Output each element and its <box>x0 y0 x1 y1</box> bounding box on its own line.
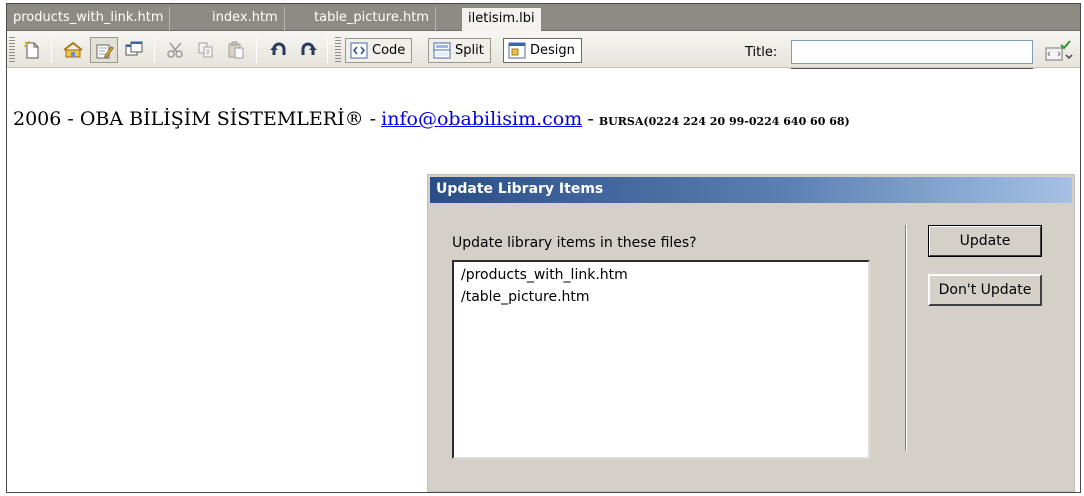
code-view-button[interactable]: Code <box>345 38 413 63</box>
undo-icon[interactable] <box>265 37 293 63</box>
contact-text: BURSA(0224 224 20 99-0224 640 60 68) <box>598 115 850 128</box>
document-tab-bar: products_with_link.htm index.htm table_p… <box>7 4 1080 32</box>
dialog-prompt: Update library items in these files? <box>452 235 697 251</box>
home-icon[interactable] <box>59 37 87 63</box>
toolbar-grip[interactable] <box>335 37 341 63</box>
split-view-label: Split <box>455 43 484 58</box>
tab-iletisim-lbi[interactable]: iletisim.lbi <box>461 7 542 32</box>
dialog-title: Update Library Items <box>436 181 604 197</box>
design-view-button[interactable]: Design <box>503 38 582 63</box>
new-document-icon[interactable] <box>18 37 46 63</box>
copyright-text: 2006 - OBA BİLİŞİM SİSTEMLERİ® - <box>13 108 377 130</box>
tab-table-picture[interactable]: table_picture.htm <box>308 7 436 31</box>
toolbar-separator <box>327 37 328 63</box>
design-view-icon <box>508 42 526 67</box>
file-list-item[interactable]: /table_picture.htm <box>454 286 868 308</box>
code-view-icon <box>350 42 368 67</box>
cut-icon[interactable] <box>162 37 190 63</box>
paste-icon[interactable] <box>222 37 250 63</box>
editor-window: products_with_link.htm index.htm table_p… <box>6 3 1081 493</box>
separator-text: - <box>587 108 594 130</box>
design-view-label: Design <box>530 43 575 58</box>
tab-products-with-link[interactable]: products_with_link.htm <box>7 7 171 31</box>
title-input[interactable] <box>791 40 1033 64</box>
window-icon[interactable] <box>120 37 148 63</box>
code-view-label: Code <box>372 43 406 58</box>
toolbar-separator <box>154 37 155 63</box>
redo-icon[interactable] <box>294 37 322 63</box>
dialog-separator <box>905 225 907 451</box>
title-underline <box>791 68 1033 69</box>
footer-text: 2006 - OBA BİLİŞİM SİSTEMLERİ® - info@ob… <box>13 108 850 130</box>
split-view-button[interactable]: Split <box>428 38 491 63</box>
copy-icon[interactable] <box>192 37 220 63</box>
dont-update-button[interactable]: Don't Update <box>928 274 1042 306</box>
toolbar-separator <box>256 37 257 63</box>
split-view-icon <box>433 42 451 67</box>
email-link[interactable]: info@obabilisim.com <box>381 108 582 130</box>
title-label: Title: <box>745 45 778 60</box>
toolbar-grip[interactable] <box>9 37 15 63</box>
document-toolbar: Code Split Design Title: <box>7 31 1080 69</box>
toolbar-separator <box>51 37 52 63</box>
validate-icon[interactable] <box>1041 37 1077 63</box>
tab-index[interactable]: index.htm <box>206 7 285 31</box>
file-list[interactable]: /products_with_link.htm /table_picture.h… <box>452 260 870 459</box>
update-library-items-dialog: Update Library Items Update library item… <box>427 174 1075 492</box>
file-list-item[interactable]: /products_with_link.htm <box>454 264 868 286</box>
update-button[interactable]: Update <box>928 225 1042 257</box>
edit-icon[interactable] <box>90 37 118 63</box>
dialog-titlebar[interactable]: Update Library Items <box>430 177 1072 203</box>
